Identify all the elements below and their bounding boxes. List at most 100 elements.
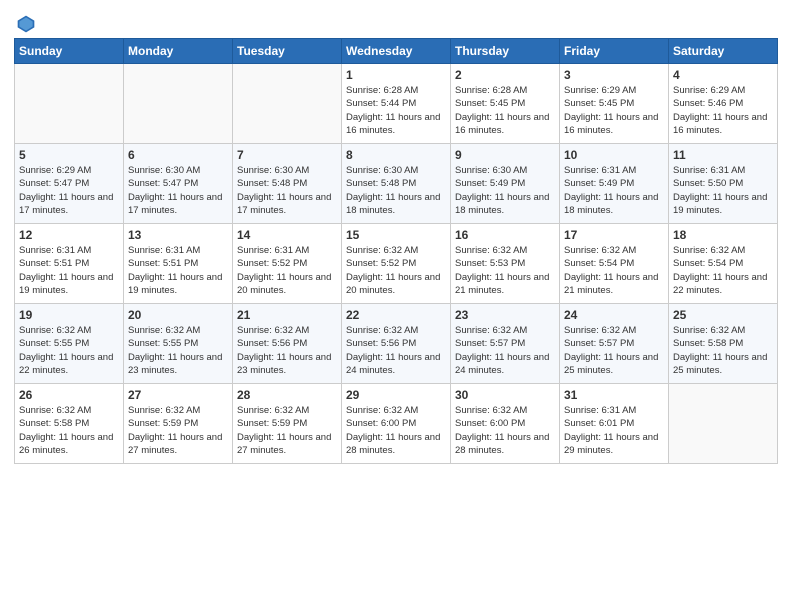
day-number: 8 (346, 148, 446, 162)
weekday-header: Saturday (669, 39, 778, 64)
weekday-header: Tuesday (233, 39, 342, 64)
day-info: Sunrise: 6:31 AMSunset: 6:01 PMDaylight:… (564, 404, 664, 457)
day-number: 29 (346, 388, 446, 402)
day-number: 24 (564, 308, 664, 322)
calendar-cell: 2 Sunrise: 6:28 AMSunset: 5:45 PMDayligh… (451, 64, 560, 144)
logo (14, 14, 36, 34)
day-info: Sunrise: 6:31 AMSunset: 5:50 PMDaylight:… (673, 164, 773, 217)
day-info: Sunrise: 6:31 AMSunset: 5:51 PMDaylight:… (128, 244, 228, 297)
calendar-cell: 18 Sunrise: 6:32 AMSunset: 5:54 PMDaylig… (669, 224, 778, 304)
day-info: Sunrise: 6:30 AMSunset: 5:48 PMDaylight:… (346, 164, 446, 217)
calendar-cell: 26 Sunrise: 6:32 AMSunset: 5:58 PMDaylig… (15, 384, 124, 464)
day-number: 22 (346, 308, 446, 322)
day-info: Sunrise: 6:28 AMSunset: 5:44 PMDaylight:… (346, 84, 446, 137)
calendar-cell: 8 Sunrise: 6:30 AMSunset: 5:48 PMDayligh… (342, 144, 451, 224)
weekday-header: Sunday (15, 39, 124, 64)
calendar-cell: 28 Sunrise: 6:32 AMSunset: 5:59 PMDaylig… (233, 384, 342, 464)
calendar-cell: 23 Sunrise: 6:32 AMSunset: 5:57 PMDaylig… (451, 304, 560, 384)
weekday-header: Wednesday (342, 39, 451, 64)
day-info: Sunrise: 6:31 AMSunset: 5:51 PMDaylight:… (19, 244, 119, 297)
day-info: Sunrise: 6:30 AMSunset: 5:47 PMDaylight:… (128, 164, 228, 217)
day-info: Sunrise: 6:31 AMSunset: 5:52 PMDaylight:… (237, 244, 337, 297)
calendar-cell: 13 Sunrise: 6:31 AMSunset: 5:51 PMDaylig… (124, 224, 233, 304)
weekday-header: Thursday (451, 39, 560, 64)
day-info: Sunrise: 6:32 AMSunset: 5:56 PMDaylight:… (346, 324, 446, 377)
day-number: 4 (673, 68, 773, 82)
calendar-cell (233, 64, 342, 144)
calendar-cell: 11 Sunrise: 6:31 AMSunset: 5:50 PMDaylig… (669, 144, 778, 224)
day-info: Sunrise: 6:29 AMSunset: 5:45 PMDaylight:… (564, 84, 664, 137)
calendar-week-row: 26 Sunrise: 6:32 AMSunset: 5:58 PMDaylig… (15, 384, 778, 464)
calendar-cell: 30 Sunrise: 6:32 AMSunset: 6:00 PMDaylig… (451, 384, 560, 464)
calendar-cell: 21 Sunrise: 6:32 AMSunset: 5:56 PMDaylig… (233, 304, 342, 384)
calendar-cell: 10 Sunrise: 6:31 AMSunset: 5:49 PMDaylig… (560, 144, 669, 224)
day-number: 3 (564, 68, 664, 82)
calendar-table: SundayMondayTuesdayWednesdayThursdayFrid… (14, 38, 778, 464)
day-number: 30 (455, 388, 555, 402)
day-info: Sunrise: 6:32 AMSunset: 5:58 PMDaylight:… (673, 324, 773, 377)
calendar-cell: 3 Sunrise: 6:29 AMSunset: 5:45 PMDayligh… (560, 64, 669, 144)
calendar-week-row: 5 Sunrise: 6:29 AMSunset: 5:47 PMDayligh… (15, 144, 778, 224)
weekday-header: Friday (560, 39, 669, 64)
day-info: Sunrise: 6:32 AMSunset: 5:52 PMDaylight:… (346, 244, 446, 297)
day-number: 7 (237, 148, 337, 162)
day-number: 10 (564, 148, 664, 162)
calendar-cell (669, 384, 778, 464)
day-number: 12 (19, 228, 119, 242)
day-info: Sunrise: 6:32 AMSunset: 5:54 PMDaylight:… (673, 244, 773, 297)
calendar-cell: 31 Sunrise: 6:31 AMSunset: 6:01 PMDaylig… (560, 384, 669, 464)
day-info: Sunrise: 6:32 AMSunset: 5:53 PMDaylight:… (455, 244, 555, 297)
calendar-week-row: 1 Sunrise: 6:28 AMSunset: 5:44 PMDayligh… (15, 64, 778, 144)
calendar-cell: 29 Sunrise: 6:32 AMSunset: 6:00 PMDaylig… (342, 384, 451, 464)
calendar-cell: 1 Sunrise: 6:28 AMSunset: 5:44 PMDayligh… (342, 64, 451, 144)
logo-icon (16, 14, 36, 34)
day-number: 16 (455, 228, 555, 242)
calendar-cell: 24 Sunrise: 6:32 AMSunset: 5:57 PMDaylig… (560, 304, 669, 384)
day-info: Sunrise: 6:32 AMSunset: 5:58 PMDaylight:… (19, 404, 119, 457)
day-number: 27 (128, 388, 228, 402)
day-info: Sunrise: 6:32 AMSunset: 6:00 PMDaylight:… (455, 404, 555, 457)
day-number: 5 (19, 148, 119, 162)
calendar-cell: 20 Sunrise: 6:32 AMSunset: 5:55 PMDaylig… (124, 304, 233, 384)
calendar-cell: 9 Sunrise: 6:30 AMSunset: 5:49 PMDayligh… (451, 144, 560, 224)
day-number: 26 (19, 388, 119, 402)
day-info: Sunrise: 6:32 AMSunset: 5:57 PMDaylight:… (564, 324, 664, 377)
day-info: Sunrise: 6:32 AMSunset: 5:57 PMDaylight:… (455, 324, 555, 377)
calendar-cell: 17 Sunrise: 6:32 AMSunset: 5:54 PMDaylig… (560, 224, 669, 304)
day-number: 6 (128, 148, 228, 162)
header (14, 10, 778, 34)
day-number: 19 (19, 308, 119, 322)
day-number: 23 (455, 308, 555, 322)
calendar-cell: 19 Sunrise: 6:32 AMSunset: 5:55 PMDaylig… (15, 304, 124, 384)
calendar-cell: 16 Sunrise: 6:32 AMSunset: 5:53 PMDaylig… (451, 224, 560, 304)
day-number: 15 (346, 228, 446, 242)
calendar-cell: 27 Sunrise: 6:32 AMSunset: 5:59 PMDaylig… (124, 384, 233, 464)
calendar-cell: 25 Sunrise: 6:32 AMSunset: 5:58 PMDaylig… (669, 304, 778, 384)
day-info: Sunrise: 6:29 AMSunset: 5:47 PMDaylight:… (19, 164, 119, 217)
day-info: Sunrise: 6:28 AMSunset: 5:45 PMDaylight:… (455, 84, 555, 137)
day-number: 9 (455, 148, 555, 162)
day-info: Sunrise: 6:32 AMSunset: 5:56 PMDaylight:… (237, 324, 337, 377)
day-number: 18 (673, 228, 773, 242)
day-info: Sunrise: 6:31 AMSunset: 5:49 PMDaylight:… (564, 164, 664, 217)
day-number: 11 (673, 148, 773, 162)
day-info: Sunrise: 6:30 AMSunset: 5:49 PMDaylight:… (455, 164, 555, 217)
day-number: 28 (237, 388, 337, 402)
day-number: 25 (673, 308, 773, 322)
calendar-week-row: 19 Sunrise: 6:32 AMSunset: 5:55 PMDaylig… (15, 304, 778, 384)
day-info: Sunrise: 6:32 AMSunset: 5:59 PMDaylight:… (128, 404, 228, 457)
day-info: Sunrise: 6:32 AMSunset: 5:55 PMDaylight:… (19, 324, 119, 377)
weekday-header-row: SundayMondayTuesdayWednesdayThursdayFrid… (15, 39, 778, 64)
page-container: SundayMondayTuesdayWednesdayThursdayFrid… (0, 0, 792, 474)
day-number: 1 (346, 68, 446, 82)
calendar-cell: 22 Sunrise: 6:32 AMSunset: 5:56 PMDaylig… (342, 304, 451, 384)
calendar-week-row: 12 Sunrise: 6:31 AMSunset: 5:51 PMDaylig… (15, 224, 778, 304)
day-number: 21 (237, 308, 337, 322)
calendar-cell: 14 Sunrise: 6:31 AMSunset: 5:52 PMDaylig… (233, 224, 342, 304)
day-number: 20 (128, 308, 228, 322)
day-info: Sunrise: 6:29 AMSunset: 5:46 PMDaylight:… (673, 84, 773, 137)
day-info: Sunrise: 6:30 AMSunset: 5:48 PMDaylight:… (237, 164, 337, 217)
calendar-cell (15, 64, 124, 144)
day-info: Sunrise: 6:32 AMSunset: 5:55 PMDaylight:… (128, 324, 228, 377)
day-info: Sunrise: 6:32 AMSunset: 5:59 PMDaylight:… (237, 404, 337, 457)
